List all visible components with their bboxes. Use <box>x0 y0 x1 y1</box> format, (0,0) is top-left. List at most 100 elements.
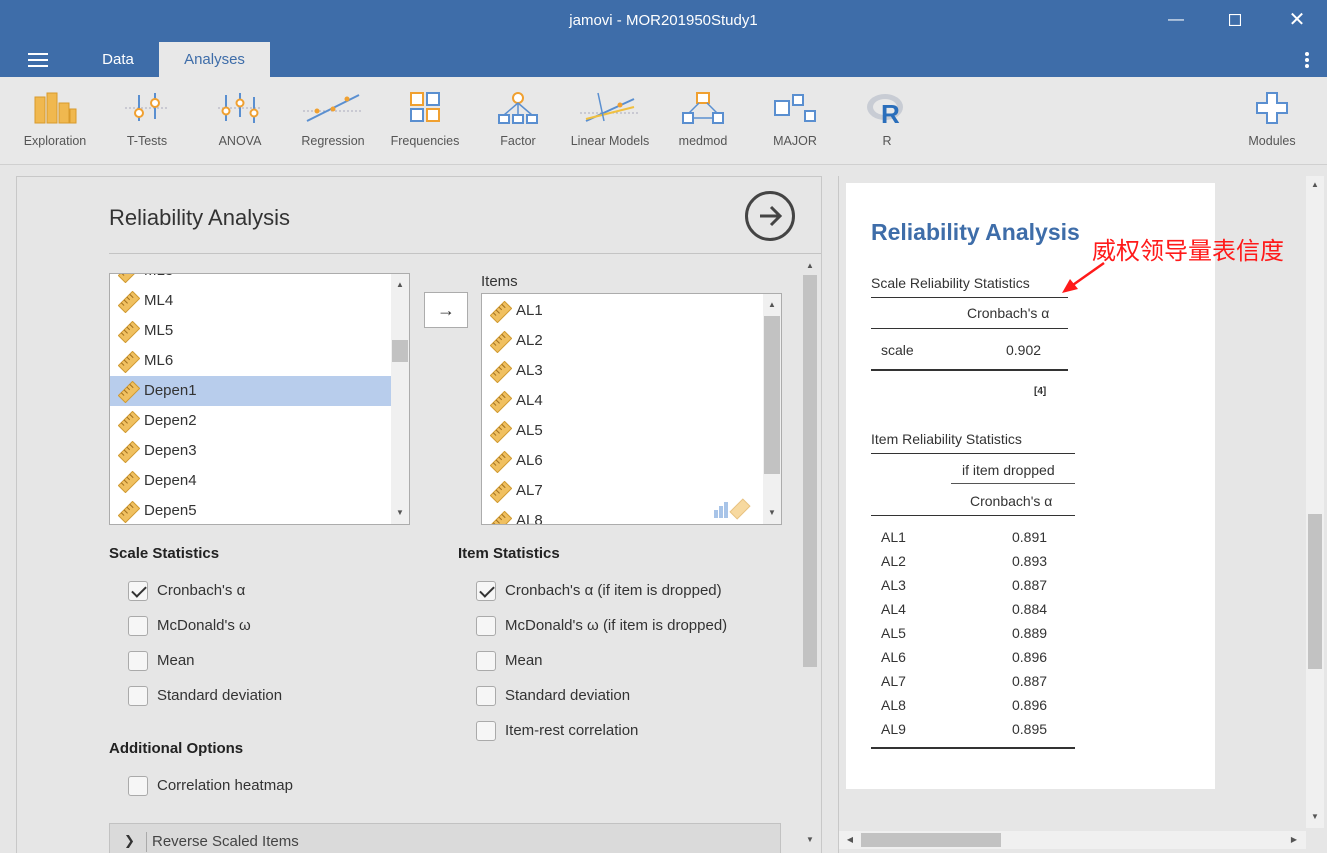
variable-name: Depen2 <box>144 412 197 429</box>
options-scrollbar[interactable]: ▲ ▼ <box>801 257 819 852</box>
variable-list-item[interactable]: Depen2 <box>110 406 391 436</box>
variable-list-item[interactable]: ML5 <box>110 316 391 346</box>
item-name: AL4 <box>516 392 543 409</box>
move-to-items-button[interactable]: → <box>424 292 468 328</box>
variable-name: ML4 <box>144 292 174 309</box>
annotation-arrow-icon <box>1062 261 1105 293</box>
table-rule <box>871 747 1075 749</box>
item-row-label: AL7 <box>881 673 906 689</box>
results-horizontal-scrollbar[interactable]: ◀ ▶ <box>839 831 1306 849</box>
results-vertical-scrollbar[interactable]: ▲ ▼ <box>1306 176 1324 828</box>
ribbon-factor-button[interactable]: Factor <box>477 77 559 165</box>
table-rule <box>951 483 1075 484</box>
table-rule <box>871 328 1068 329</box>
checkbox-label: Cronbach's α <box>157 582 246 599</box>
tab-analyses[interactable]: Analyses <box>159 42 270 77</box>
close-window-button[interactable]: ✕ <box>1283 8 1311 32</box>
checkbox-box[interactable] <box>128 776 148 796</box>
checkbox-box[interactable] <box>476 616 496 636</box>
item-name: AL2 <box>516 332 543 349</box>
ribbon-major-button[interactable]: MAJOR <box>754 77 836 165</box>
ruler-icon <box>118 501 140 523</box>
ruler-icon <box>490 301 512 323</box>
checkbox-box[interactable] <box>128 581 148 601</box>
item-list-item[interactable]: AL1 <box>482 296 763 326</box>
anova-icon <box>218 93 262 123</box>
item-list-item[interactable]: AL2 <box>482 326 763 356</box>
ruler-icon <box>118 274 140 283</box>
scale-table-title: Scale Reliability Statistics <box>871 275 1030 291</box>
variable-list-item[interactable]: ML6 <box>110 346 391 376</box>
checkbox-box[interactable] <box>128 686 148 706</box>
ribbon-exploration-button[interactable]: Exploration <box>14 77 96 165</box>
ribbon-ttests-button[interactable]: T-Tests <box>106 77 188 165</box>
variable-name: ML5 <box>144 322 174 339</box>
tab-data[interactable]: Data <box>82 42 154 77</box>
items-scrollbar[interactable]: ▲ ▼ <box>763 294 781 524</box>
variable-list-item[interactable]: Depen4 <box>110 466 391 496</box>
modules-plus-icon <box>1256 92 1288 124</box>
item-list-item[interactable]: AL5 <box>482 416 763 446</box>
checkbox-box[interactable] <box>476 651 496 671</box>
ttests-icon <box>125 93 169 121</box>
checkbox-box[interactable] <box>128 616 148 636</box>
ribbon-regression-button[interactable]: Regression <box>290 77 376 165</box>
ribbon-label: Regression <box>301 134 365 148</box>
table-rule <box>871 297 1068 298</box>
checkbox-box[interactable] <box>476 721 496 741</box>
scale-row-label: scale <box>881 342 914 358</box>
item-row-value: 0.889 <box>1012 625 1048 641</box>
checkbox-box[interactable] <box>476 581 496 601</box>
variable-list-item[interactable]: Depen3 <box>110 436 391 466</box>
ruler-icon <box>490 331 512 353</box>
linear-models-icon <box>580 92 640 122</box>
variables-list[interactable]: ML3 ML4 ML5 ML6 Depen1 Depen2 Depen3 Depen4 Depe… <box>109 273 410 525</box>
item-name: AL3 <box>516 362 543 379</box>
variable-list-item[interactable]: Depen1 <box>110 376 391 406</box>
checkbox-box[interactable] <box>476 686 496 706</box>
variable-name: Depen1 <box>144 382 197 399</box>
variables-scrollbar[interactable]: ▲ ▼ <box>391 274 409 524</box>
checkbox-label: Mean <box>157 652 195 669</box>
ruler-icon <box>490 361 512 383</box>
table-rule <box>871 453 1075 454</box>
annotation-text: 威权领导量表信度 <box>1092 238 1284 265</box>
item-row-label: AL8 <box>881 697 906 713</box>
run-arrow-button[interactable] <box>745 191 795 241</box>
variable-name: ML6 <box>144 352 174 369</box>
more-options-icon[interactable] <box>1305 52 1309 68</box>
ribbon-label: Factor <box>500 134 536 148</box>
ribbon-medmod-button[interactable]: medmod <box>662 77 744 165</box>
item-list-item[interactable]: AL3 <box>482 356 763 386</box>
item-super-header: if item dropped <box>962 462 1055 478</box>
minimize-button[interactable]: — <box>1162 8 1190 32</box>
checkbox-box[interactable] <box>128 651 148 671</box>
item-list-item[interactable]: AL4 <box>482 386 763 416</box>
scale-column-header: Cronbach's α <box>967 305 1050 321</box>
variable-list-item[interactable]: ML3 <box>110 274 391 286</box>
scale-alpha-value: 0.902 <box>1006 342 1042 358</box>
svg-text:R: R <box>881 99 900 125</box>
items-list[interactable]: AL1 AL2 AL3 AL4 AL5 AL6 AL7 AL8 ▲ ▼ <box>481 293 782 525</box>
ribbon-frequencies-button[interactable]: Frequencies <box>383 77 467 165</box>
ruler-icon <box>490 481 512 503</box>
exploration-icon <box>34 92 77 124</box>
reverse-scaled-items-section[interactable]: ❯ Reverse Scaled Items <box>109 823 781 853</box>
ribbon-r-button[interactable]: R R <box>846 77 928 165</box>
regression-icon <box>303 94 363 122</box>
maximize-button[interactable] <box>1221 8 1249 32</box>
ribbon-modules-button[interactable]: Modules <box>1232 77 1312 165</box>
ribbon-linear-models-button[interactable]: Linear Models <box>562 77 658 165</box>
menu-icon[interactable] <box>28 53 48 67</box>
title-bar: jamovi - MOR201950Study1 — ✕ <box>0 0 1327 42</box>
variable-list-item[interactable]: Depen5 <box>110 496 391 524</box>
checkbox-label: McDonald's ω <box>157 617 251 634</box>
item-column-header: Cronbach's α <box>970 493 1053 509</box>
item-list-item[interactable]: AL6 <box>482 446 763 476</box>
variable-list-item[interactable]: ML4 <box>110 286 391 316</box>
tab-bar: Data Analyses <box>0 42 1327 77</box>
ribbon-anova-button[interactable]: ANOVA <box>199 77 281 165</box>
options-title: Reliability Analysis <box>109 205 290 230</box>
item-row-value: 0.884 <box>1012 601 1048 617</box>
window-title: jamovi - MOR201950Study1 <box>569 12 758 29</box>
